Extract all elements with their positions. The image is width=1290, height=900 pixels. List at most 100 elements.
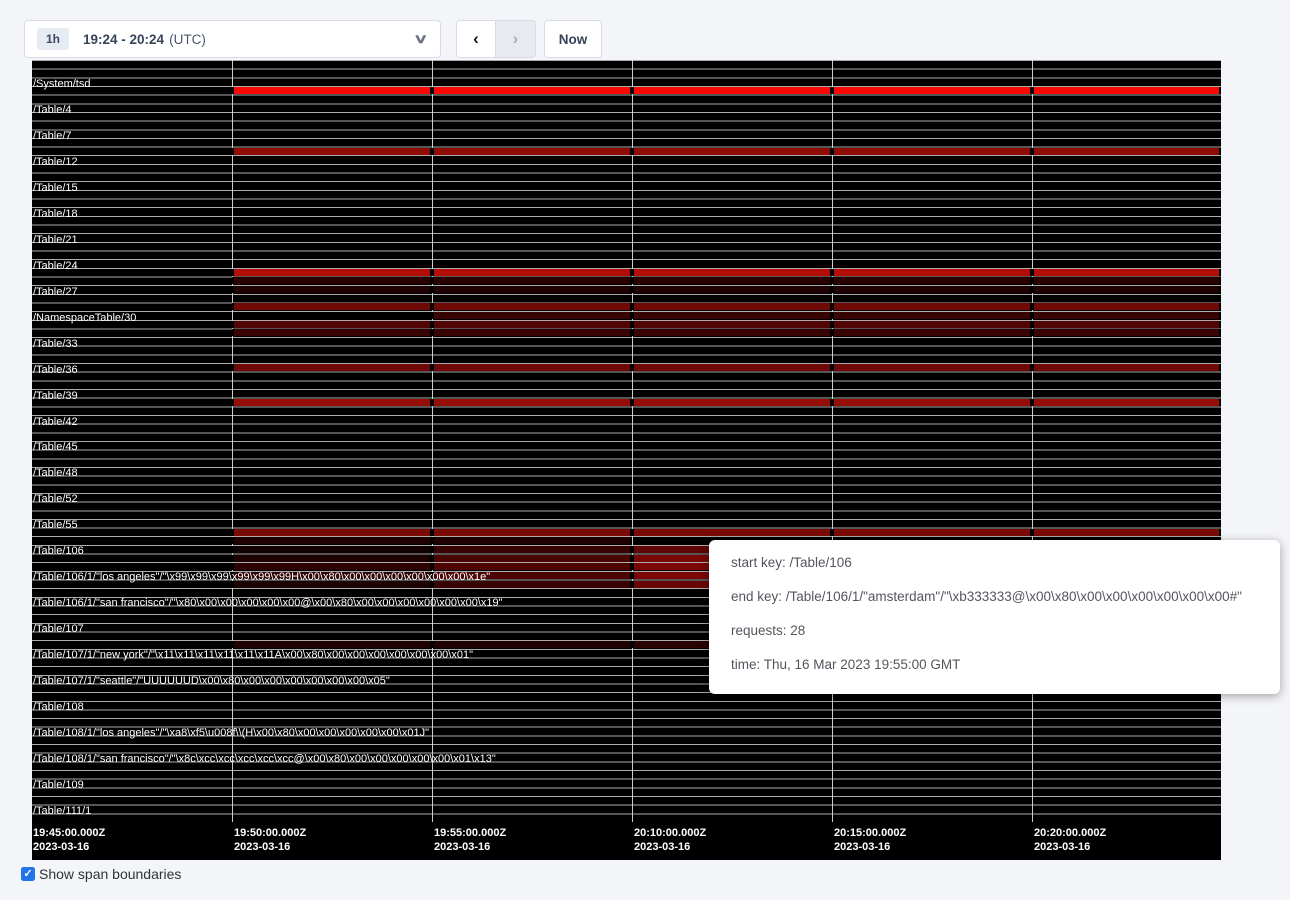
heatmap-span-cell[interactable]: [432, 364, 632, 371]
heatmap-span-cell[interactable]: [232, 277, 432, 284]
heatmap-span-cell[interactable]: [432, 399, 632, 406]
heatmap-span-cell[interactable]: [232, 321, 432, 328]
time-range-text: 19:24 - 20:24: [83, 32, 164, 47]
now-button[interactable]: Now: [544, 20, 602, 58]
heatmap-span-cell[interactable]: [232, 286, 432, 293]
heatmap-span-cell[interactable]: [632, 329, 832, 336]
heatmap-span-cell[interactable]: [1032, 364, 1221, 371]
heatmap-span-cell[interactable]: [432, 269, 632, 276]
heatmap-span-cell[interactable]: [432, 537, 632, 544]
heatmap-span-cell[interactable]: [832, 312, 1032, 319]
time-gridline: [632, 60, 633, 822]
heatmap-rows[interactable]: /System/tsd/Table/4/Table/7/Table/12/Tab…: [32, 60, 1221, 822]
heatmap-span-cell[interactable]: [1032, 286, 1221, 293]
heatmap-span-cell[interactable]: [432, 329, 632, 336]
heatmap-span-cell[interactable]: [432, 529, 632, 536]
span-key-label: /Table/107/1/"new york"/"\x11\x11\x11\x1…: [33, 649, 473, 661]
heatmap-span-cell[interactable]: [1032, 529, 1221, 536]
heatmap-span-cell[interactable]: [232, 641, 432, 648]
show-span-boundaries-label[interactable]: Show span boundaries: [39, 866, 181, 882]
heatmap-span-cell[interactable]: [432, 321, 632, 328]
heatmap-span-cell[interactable]: [832, 321, 1032, 328]
heatmap-span-cell[interactable]: [832, 399, 1032, 406]
heatmap-span-cell[interactable]: [632, 312, 832, 319]
heatmap-span-cell[interactable]: [832, 148, 1032, 155]
heatmap-span-cell[interactable]: [432, 286, 632, 293]
span-key-label: /Table/52: [33, 493, 78, 505]
heatmap-span-cell[interactable]: [432, 555, 632, 562]
tick-time: 19:50:00.000Z: [234, 826, 306, 840]
heatmap-span-cell[interactable]: [1032, 399, 1221, 406]
heatmap-span-cell[interactable]: [832, 329, 1032, 336]
heatmap-span-cell[interactable]: [632, 277, 832, 284]
heatmap-span-cell[interactable]: [1032, 277, 1221, 284]
heatmap-span-cell[interactable]: [432, 563, 632, 570]
heatmap-span-cell[interactable]: [232, 329, 432, 336]
heatmap-span-cell[interactable]: [632, 529, 832, 536]
time-gridline: [1032, 60, 1033, 822]
chevron-left-icon: ‹: [473, 29, 479, 49]
heatmap-span-cell[interactable]: [632, 321, 832, 328]
heatmap-span-cell[interactable]: [232, 364, 432, 371]
heatmap-span-cell[interactable]: [632, 87, 832, 94]
heatmap-span-cell[interactable]: [232, 537, 432, 544]
span-key-label: /NamespaceTable/30: [33, 312, 136, 324]
heatmap-span-cell[interactable]: [632, 364, 832, 371]
time-axis-tick: 20:20:00.000Z2023-03-16: [1034, 826, 1106, 854]
heatmap-span-cell[interactable]: [1032, 303, 1221, 310]
heatmap-span-cell[interactable]: [1032, 329, 1221, 336]
heatmap-span-cell[interactable]: [432, 87, 632, 94]
heatmap-span-cell[interactable]: [432, 303, 632, 310]
heatmap-span-cell[interactable]: [1032, 87, 1221, 94]
time-axis-tick: 20:10:00.000Z2023-03-16: [634, 826, 706, 854]
checkbox-checked-icon[interactable]: ✓: [21, 867, 35, 881]
time-nav-buttons: ‹ ›: [456, 20, 536, 58]
heatmap-span-cell[interactable]: [832, 269, 1032, 276]
heatmap-span-cell[interactable]: [432, 546, 632, 553]
heatmap-span-cell[interactable]: [232, 148, 432, 155]
time-range-select[interactable]: 1h 19:24 - 20:24 (UTC) ∨: [24, 20, 441, 58]
heatmap-span-cell[interactable]: [632, 269, 832, 276]
previous-interval-button[interactable]: ‹: [456, 20, 496, 58]
heatmap-span-cell[interactable]: [832, 364, 1032, 371]
span-key-label: /Table/109: [33, 779, 84, 791]
heatmap-span-cell[interactable]: [832, 87, 1032, 94]
heatmap-span-cell[interactable]: [632, 286, 832, 293]
tick-date: 2023-03-16: [234, 840, 306, 854]
heatmap-span-cell[interactable]: [432, 148, 632, 155]
show-span-boundaries-toggle[interactable]: ✓ Show span boundaries: [21, 866, 181, 882]
heatmap-span-cell[interactable]: [432, 641, 632, 648]
heatmap-span-cell[interactable]: [832, 529, 1032, 536]
time-range-duration-badge: 1h: [37, 28, 69, 50]
heatmap-span-cell[interactable]: [1032, 321, 1221, 328]
heatmap-span-cell[interactable]: [1032, 269, 1221, 276]
next-interval-button[interactable]: ›: [496, 20, 536, 58]
heatmap-span-cell[interactable]: [832, 303, 1032, 310]
span-key-label: /Table/27: [33, 286, 78, 298]
heatmap-span-cell[interactable]: [1032, 312, 1221, 319]
tick-time: 19:55:00.000Z: [434, 826, 506, 840]
time-axis-tick: 20:15:00.000Z2023-03-16: [834, 826, 906, 854]
heatmap-span-cell[interactable]: [632, 303, 832, 310]
heatmap-span-cell[interactable]: [632, 399, 832, 406]
heatmap-span-cell[interactable]: [232, 563, 432, 570]
heatmap-span-cell[interactable]: [432, 312, 632, 319]
heatmap-span-cell[interactable]: [232, 529, 432, 536]
tick-time: 19:45:00.000Z: [33, 826, 105, 840]
heatmap-span-cell[interactable]: [1032, 148, 1221, 155]
heatmap-span-cell[interactable]: [232, 399, 432, 406]
heatmap-span-cell[interactable]: [232, 555, 432, 562]
span-key-label: /Table/107: [33, 623, 84, 635]
heatmap-span-cell[interactable]: [232, 546, 432, 553]
span-key-label: /Table/18: [33, 208, 78, 220]
heatmap-span-cell[interactable]: [232, 303, 432, 310]
heatmap-span-cell[interactable]: [232, 87, 432, 94]
heatmap-span-cell[interactable]: [232, 269, 432, 276]
heatmap-span-cell[interactable]: [432, 277, 632, 284]
key-visualizer-heatmap[interactable]: /System/tsd/Table/4/Table/7/Table/12/Tab…: [32, 60, 1221, 860]
heatmap-span-cell[interactable]: [832, 286, 1032, 293]
tick-time: 20:15:00.000Z: [834, 826, 906, 840]
heatmap-span-cell[interactable]: [632, 148, 832, 155]
heatmap-span-cell[interactable]: [832, 277, 1032, 284]
tick-date: 2023-03-16: [33, 840, 105, 854]
